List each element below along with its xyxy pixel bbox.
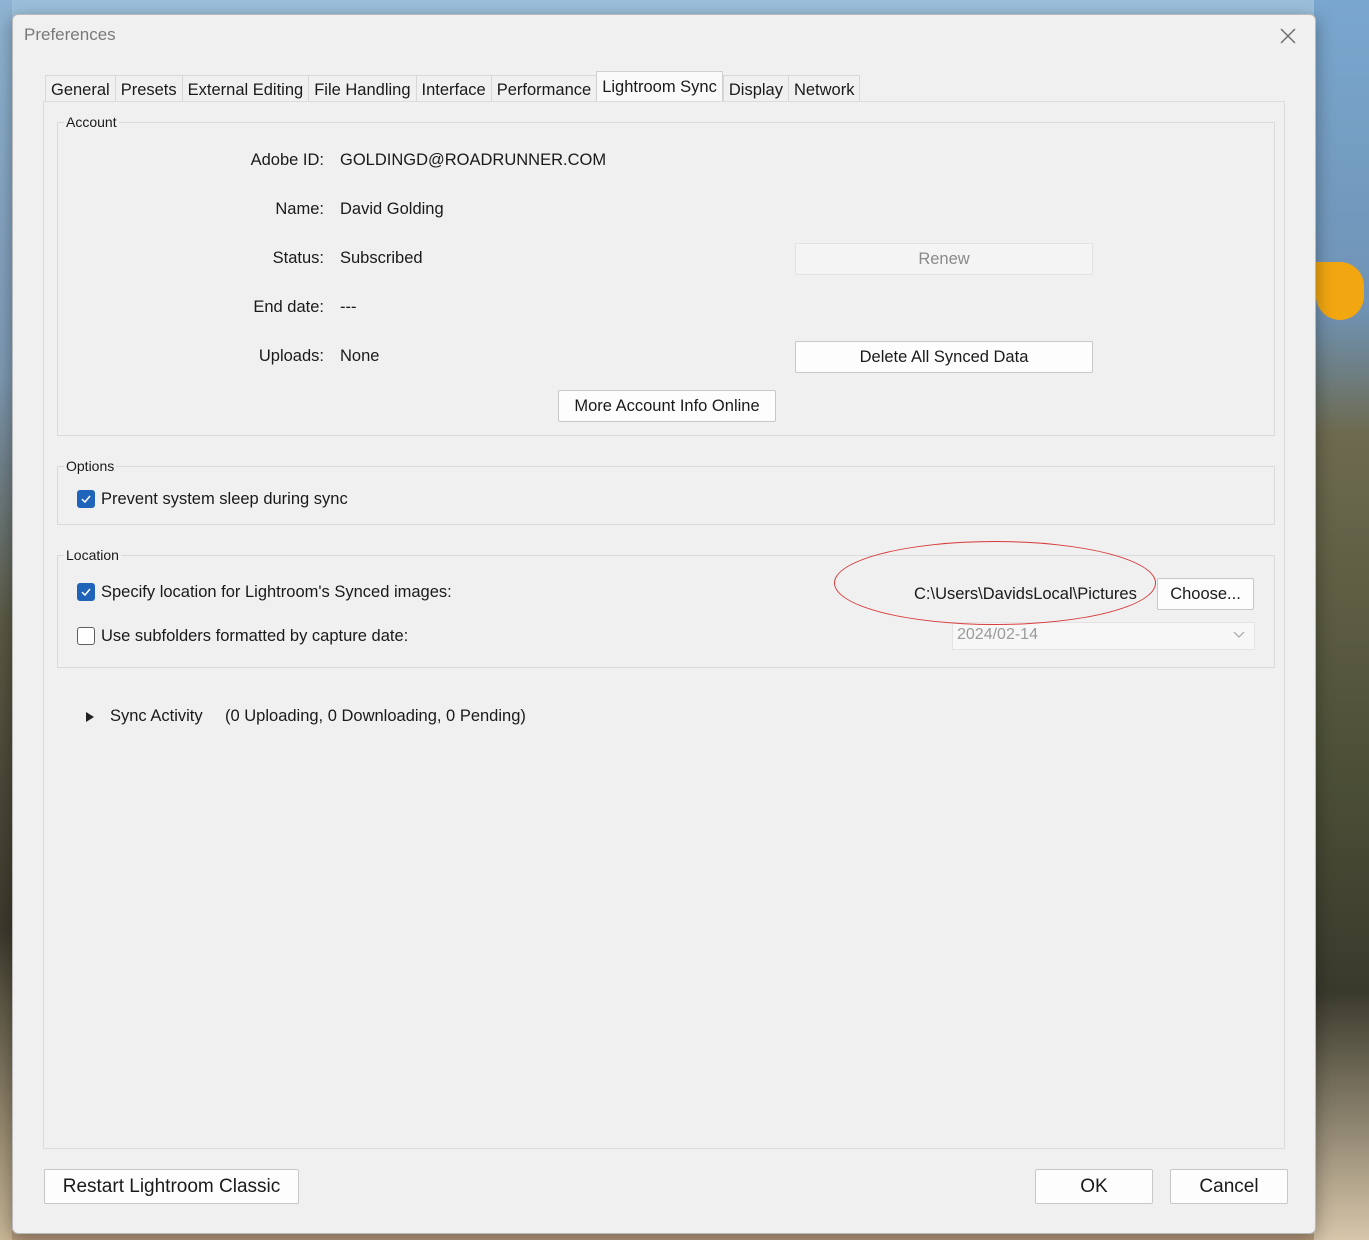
lightroom-sync-panel: Account Adobe ID: GOLDINGD@ROADRUNNER.CO…: [43, 101, 1285, 1149]
options-group: Options Prevent system sleep during sync: [57, 458, 1275, 525]
prevent-sleep-label[interactable]: Prevent system sleep during sync: [101, 490, 348, 509]
adobe-id-value: GOLDINGD@ROADRUNNER.COM: [340, 151, 607, 169]
uploads-label: Uploads:: [258, 347, 324, 365]
location-group: Location Specify location for Lightroom'…: [57, 547, 1275, 668]
ok-button[interactable]: OK: [1035, 1169, 1153, 1204]
choose-button[interactable]: Choose...: [1157, 578, 1254, 610]
use-subfolders-checkbox[interactable]: [77, 627, 95, 645]
expand-triangle-icon[interactable]: [84, 711, 96, 723]
name-value: David Golding: [340, 200, 444, 218]
use-subfolders-label[interactable]: Use subfolders formatted by capture date…: [101, 627, 408, 646]
tab-interface[interactable]: Interface: [415, 75, 491, 101]
location-legend: Location: [64, 547, 121, 563]
tab-file-handling[interactable]: File Handling: [308, 75, 416, 101]
prevent-sleep-checkbox[interactable]: [77, 490, 95, 508]
name-label: Name:: [275, 200, 324, 218]
title-bar: Preferences: [13, 15, 1315, 57]
account-group: Account Adobe ID: GOLDINGD@ROADRUNNER.CO…: [57, 114, 1275, 436]
desktop-background-left: [0, 0, 12, 1240]
desktop-background-right: [1314, 0, 1369, 1240]
tab-lightroom-sync[interactable]: Lightroom Sync: [596, 71, 723, 101]
tab-presets[interactable]: Presets: [114, 75, 182, 101]
adobe-id-label: Adobe ID:: [250, 151, 324, 169]
options-legend: Options: [64, 458, 117, 474]
sync-activity-summary: (0 Uploading, 0 Downloading, 0 Pending): [225, 707, 526, 725]
uploads-value: None: [340, 347, 380, 365]
tab-performance[interactable]: Performance: [490, 75, 597, 101]
chevron-down-icon: [1233, 631, 1245, 638]
status-value: Subscribed: [340, 249, 423, 267]
close-icon: [1280, 28, 1296, 44]
renew-button[interactable]: Renew: [795, 243, 1093, 275]
tab-network[interactable]: Network: [787, 75, 861, 101]
close-button[interactable]: [1275, 23, 1301, 49]
restart-lightroom-button[interactable]: Restart Lightroom Classic: [44, 1169, 299, 1204]
window-title: Preferences: [24, 25, 116, 44]
delete-all-synced-data-button[interactable]: Delete All Synced Data: [795, 341, 1093, 373]
checkmark-icon: [81, 588, 91, 597]
tab-external-editing[interactable]: External Editing: [181, 75, 309, 101]
status-label: Status:: [272, 249, 324, 267]
end-date-label: End date:: [253, 298, 324, 316]
tab-display[interactable]: Display: [722, 75, 788, 101]
more-account-info-button[interactable]: More Account Info Online: [558, 390, 776, 422]
date-format-value: 2024/02-14: [957, 626, 1038, 643]
checkmark-icon: [81, 495, 91, 504]
specify-location-checkbox[interactable]: [77, 583, 95, 601]
specify-location-label[interactable]: Specify location for Lightroom's Synced …: [101, 583, 452, 602]
cancel-button[interactable]: Cancel: [1170, 1169, 1288, 1204]
synced-images-path: C:\Users\DavidsLocal\Pictures: [914, 585, 1137, 603]
preferences-dialog: Preferences General Presets External Edi…: [12, 14, 1316, 1234]
date-format-select[interactable]: 2024/02-14: [952, 622, 1255, 650]
sync-activity-label[interactable]: Sync Activity: [110, 707, 203, 726]
end-date-value: ---: [340, 298, 357, 316]
tab-general[interactable]: General: [45, 75, 115, 101]
tab-bar: General Presets External Editing File Ha…: [45, 71, 861, 101]
account-legend: Account: [64, 114, 119, 130]
background-object: [1316, 262, 1364, 320]
